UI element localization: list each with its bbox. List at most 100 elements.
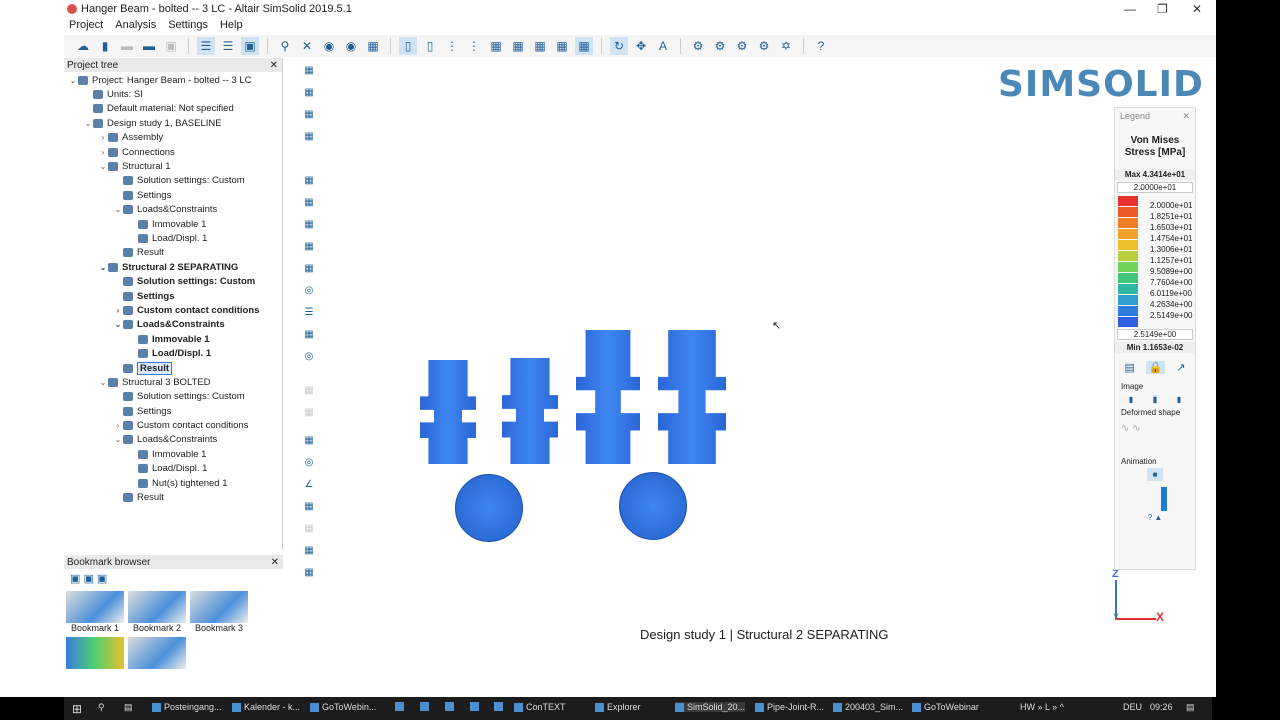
cloud-icon[interactable]: ☁ bbox=[74, 37, 92, 55]
new-file-icon[interactable]: ▮ bbox=[96, 37, 114, 55]
save-icon[interactable]: ▣ bbox=[162, 37, 180, 55]
tool-icon[interactable]: ▦ bbox=[298, 241, 320, 255]
expand-icon[interactable]: › bbox=[113, 306, 123, 315]
tool-icon[interactable]: ▦ bbox=[298, 65, 320, 79]
bookmark-view-icon[interactable]: ☰ bbox=[219, 37, 237, 55]
pinned-app-icon[interactable] bbox=[395, 702, 404, 711]
taskbar-app[interactable]: Pipe-Joint-R... bbox=[755, 702, 824, 712]
tree-item[interactable]: Settings bbox=[64, 188, 282, 202]
expand-icon[interactable]: ⌄ bbox=[113, 435, 123, 444]
open-folder-icon[interactable]: ▬ bbox=[118, 37, 136, 55]
tree-item[interactable]: Settings bbox=[64, 289, 282, 303]
tool-icon[interactable]: ▦ bbox=[298, 385, 320, 399]
tree-item[interactable]: Solution settings: Custom bbox=[64, 274, 282, 288]
tool-icon[interactable]: ▦ bbox=[298, 435, 320, 449]
help-legend-icon[interactable]: ? ▲ bbox=[1115, 513, 1195, 522]
task-view-icon[interactable]: ▤ bbox=[124, 702, 133, 713]
tree-item[interactable]: ⌄ Loads&Constraints bbox=[64, 203, 282, 217]
tree-item[interactable]: › Custom contact conditions bbox=[64, 418, 282, 432]
tree-item[interactable]: ⌄ Structural 3 BOLTED bbox=[64, 375, 282, 389]
view-icon-5[interactable]: ▦ bbox=[487, 37, 505, 55]
find-part-icon[interactable]: ⚲ bbox=[276, 37, 294, 55]
tree-item[interactable]: ⌄ Loads&Constraints bbox=[64, 433, 282, 447]
minimize-button[interactable]: — bbox=[1124, 2, 1136, 16]
tool-icon[interactable]: ▦ bbox=[298, 197, 320, 211]
rotate-icon[interactable]: ↻ bbox=[610, 37, 628, 55]
close-legend-icon[interactable]: ✕ bbox=[1182, 111, 1190, 122]
image-mode-3[interactable]: ▮ bbox=[1177, 395, 1181, 404]
taskbar-app[interactable]: GoToWebin... bbox=[310, 702, 376, 712]
view-mode-icon[interactable]: ▯ bbox=[399, 37, 417, 55]
view-icon-6[interactable]: ▦ bbox=[509, 37, 527, 55]
bookmark-4[interactable] bbox=[66, 637, 124, 669]
animation-sliders[interactable] bbox=[1115, 483, 1195, 513]
deformed-shape-controls[interactable]: ∿ ∿ bbox=[1115, 417, 1195, 457]
tool-icon-1[interactable]: ⚙ bbox=[689, 37, 707, 55]
taskbar-app[interactable]: 200403_Sim... bbox=[833, 702, 903, 712]
close-panel-icon[interactable]: ✕ bbox=[271, 557, 279, 568]
pinned-app-icon[interactable] bbox=[494, 702, 503, 711]
pinned-app-icon[interactable] bbox=[420, 702, 429, 711]
expand-icon[interactable]: ⌄ bbox=[98, 263, 108, 272]
show-all-icon[interactable]: ◉ bbox=[342, 37, 360, 55]
tree-item[interactable]: › Connections bbox=[64, 145, 282, 159]
tool-icon[interactable]: ▦ bbox=[298, 545, 320, 559]
tool-icon-2[interactable]: ⚙ bbox=[711, 37, 729, 55]
tool-icon[interactable]: ▦ bbox=[298, 87, 320, 101]
tool-icon[interactable]: ▦ bbox=[298, 109, 320, 123]
bookmark-5[interactable] bbox=[128, 637, 186, 669]
tree-item[interactable]: ⌄ Design study 1, BASELINE bbox=[64, 116, 282, 130]
tree-item[interactable]: Immovable 1 bbox=[64, 447, 282, 461]
taskbar-app[interactable]: Explorer bbox=[595, 702, 641, 712]
tool-icon[interactable]: ☰ bbox=[298, 307, 320, 321]
tool-icon[interactable]: ▦ bbox=[298, 523, 320, 537]
tree-item[interactable]: Result bbox=[64, 490, 282, 504]
tree-item[interactable]: › Assembly bbox=[64, 131, 282, 145]
expand-icon[interactable]: › bbox=[98, 133, 108, 142]
legend-upper-input[interactable]: 2.0000e+01 bbox=[1117, 182, 1193, 193]
expand-icon[interactable]: › bbox=[98, 148, 108, 157]
tool-icon[interactable]: ▦ bbox=[298, 567, 320, 581]
expand-icon[interactable]: ⌄ bbox=[113, 320, 123, 329]
expand-icon[interactable]: ⌄ bbox=[113, 205, 123, 214]
view-icon-2[interactable]: ▯ bbox=[421, 37, 439, 55]
3d-viewport[interactable] bbox=[400, 320, 740, 550]
tree-item[interactable]: Load/Displ. 1 bbox=[64, 231, 282, 245]
taskbar-app[interactable]: GoToWebinar bbox=[912, 702, 979, 712]
show-icon[interactable]: ◉ bbox=[320, 37, 338, 55]
tool-icon[interactable]: ◎ bbox=[298, 351, 320, 365]
view-icon-3[interactable]: ⋮ bbox=[443, 37, 461, 55]
view-icon-7[interactable]: ▦ bbox=[531, 37, 549, 55]
tree-item[interactable]: ⌄ Structural 1 bbox=[64, 159, 282, 173]
tool-icon[interactable]: ▦ bbox=[298, 131, 320, 145]
tool-icon-4[interactable]: ⚙ bbox=[755, 37, 773, 55]
lock-icon[interactable]: 🔒 bbox=[1145, 361, 1166, 374]
folder-icon[interactable]: ▬ bbox=[140, 37, 158, 55]
tool-icon[interactable]: ◎ bbox=[298, 457, 320, 471]
tool-icon[interactable]: ▦ bbox=[298, 501, 320, 515]
tree-item[interactable]: Default material: Not specified bbox=[64, 102, 282, 116]
view-icon-8[interactable]: ▦ bbox=[553, 37, 571, 55]
close-panel-icon[interactable]: ✕ bbox=[270, 60, 278, 71]
tool-icon[interactable]: ◎ bbox=[298, 285, 320, 299]
bookmark-1[interactable]: Bookmark 1 bbox=[66, 591, 124, 633]
taskbar-app[interactable]: SimSolid_20... bbox=[675, 702, 746, 712]
stop-animation-button[interactable]: ■ bbox=[1146, 468, 1164, 481]
menu-help[interactable]: Help bbox=[220, 19, 243, 35]
legend-view-icon[interactable]: ▣ bbox=[241, 37, 259, 55]
tool-icon[interactable]: ▦ bbox=[298, 329, 320, 343]
expand-icon[interactable]: › bbox=[113, 421, 123, 430]
tool-icon[interactable]: ▦ bbox=[298, 219, 320, 233]
taskbar-app[interactable]: Posteingang... bbox=[152, 702, 222, 712]
image-mode-1[interactable]: ▮ bbox=[1129, 395, 1133, 404]
fit-icon[interactable]: ✡ bbox=[777, 37, 795, 55]
notifications-icon[interactable]: ▤ bbox=[1186, 702, 1195, 713]
tool-icon[interactable]: ▦ bbox=[298, 175, 320, 189]
tree-item[interactable]: Immovable 1 bbox=[64, 217, 282, 231]
tree-item[interactable]: Result bbox=[64, 361, 282, 375]
help-icon[interactable]: ? bbox=[812, 37, 830, 55]
pinned-app-icon[interactable] bbox=[470, 702, 479, 711]
tool-icon-3[interactable]: ⚙ bbox=[733, 37, 751, 55]
view-icon-4[interactable]: ⋮ bbox=[465, 37, 483, 55]
maximize-button[interactable]: ❐ bbox=[1157, 2, 1168, 16]
